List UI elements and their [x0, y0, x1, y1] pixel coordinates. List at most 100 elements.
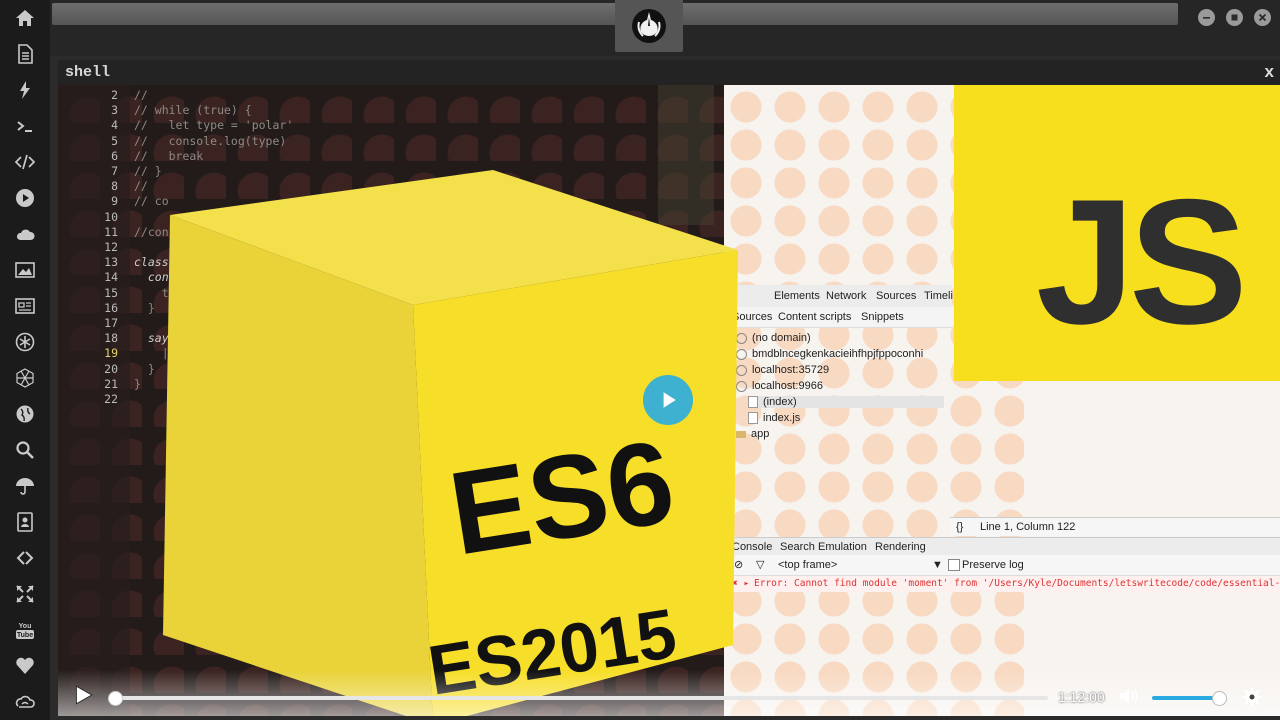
line-number: 4	[111, 118, 118, 133]
line-number: 6	[111, 148, 118, 163]
tree-item[interactable]: index.js	[748, 412, 800, 425]
svg-text:Tube: Tube	[17, 632, 33, 639]
line-number: 19	[104, 346, 118, 361]
contact-book-icon[interactable]	[13, 510, 37, 534]
progress-handle[interactable]	[108, 691, 123, 706]
minimize-icon[interactable]	[1198, 9, 1215, 26]
play-circle-icon[interactable]	[13, 186, 37, 210]
app-sidebar: You Tube	[0, 0, 50, 720]
tab-emulation[interactable]: Emulation	[818, 541, 867, 553]
svg-text:You: You	[19, 623, 32, 630]
play-icon[interactable]	[72, 684, 94, 706]
sources-subtabs: Sources Content scripts Snippets	[732, 307, 952, 328]
volume-handle[interactable]	[1211, 691, 1227, 706]
image-icon[interactable]	[13, 258, 37, 282]
line-number: 15	[104, 285, 118, 300]
frame-select[interactable]: <top frame>	[778, 559, 837, 571]
braces-icon[interactable]: {}	[956, 521, 963, 533]
tab-sources[interactable]: Sources	[876, 290, 916, 302]
code-icon[interactable]	[13, 150, 37, 174]
code-text: // while (true) {	[134, 103, 252, 118]
tab-rendering[interactable]: Rendering	[875, 541, 926, 553]
code-text: //	[134, 179, 148, 194]
infinity-cloud-icon[interactable]	[13, 690, 37, 714]
video-controls: 1:12:00	[58, 670, 1280, 716]
line-number: 17	[104, 316, 118, 330]
tab-timeline[interactable]: Timeli	[924, 290, 953, 302]
line-number: 2	[111, 88, 118, 102]
progress-bar[interactable]	[108, 691, 1048, 706]
editor-status-line: {} Line 1, Column 122	[950, 517, 1280, 536]
line-number: 22	[104, 392, 118, 406]
tab-search[interactable]: Search	[780, 541, 815, 553]
home-icon[interactable]	[13, 6, 37, 30]
tab-elements[interactable]: Elements	[774, 290, 820, 302]
newspaper-icon[interactable]	[13, 294, 37, 318]
tree-item[interactable]: (no domain)	[736, 332, 811, 344]
line-number: 11	[104, 224, 118, 239]
terminal-icon[interactable]	[13, 114, 37, 138]
hexagon-icon[interactable]	[13, 366, 37, 390]
tree-item[interactable]: app	[736, 428, 769, 440]
line-number: 20	[104, 361, 118, 376]
line-number: 8	[111, 179, 118, 194]
line-number: 14	[104, 270, 118, 285]
panel-close-button[interactable]: x	[1265, 62, 1274, 82]
youtube-icon[interactable]: You Tube	[13, 618, 37, 642]
document-icon[interactable]	[13, 42, 37, 66]
line-number: 9	[111, 194, 118, 209]
maximize-icon[interactable]	[1226, 9, 1243, 26]
line-number: 3	[111, 103, 118, 118]
code-text: }	[134, 376, 141, 391]
code-text: }	[134, 361, 155, 376]
file-icon	[748, 412, 758, 425]
tab-console[interactable]: Console	[732, 541, 772, 553]
line-number: 10	[104, 209, 118, 224]
code-text: }	[134, 300, 155, 315]
tab-network[interactable]: Network	[826, 290, 866, 302]
console-toolbar: ⊘ ▽ <top frame> ▼ Preserve log	[732, 555, 1280, 576]
search-icon[interactable]	[13, 438, 37, 462]
tree-item[interactable]: (index)	[748, 396, 944, 409]
es6-cube: ES6 ES2015	[158, 125, 738, 716]
line-number: 16	[104, 300, 118, 315]
big-play-button[interactable]	[643, 375, 693, 425]
heart-icon[interactable]	[13, 654, 37, 678]
devtools-tabs: Elements Network Sources Timeli	[732, 285, 953, 308]
globe-icon[interactable]	[13, 402, 37, 426]
line-number: 13	[104, 255, 118, 270]
frame-dropdown-icon[interactable]: ▼	[932, 559, 943, 571]
volume-icon[interactable]	[1119, 687, 1141, 705]
cloud-icon[interactable]	[13, 222, 37, 246]
subtab-snippets[interactable]: Snippets	[861, 311, 904, 323]
tree-item[interactable]: bmdblncegkenkacieihfhpjfppoconhi	[736, 348, 923, 360]
lightning-icon[interactable]	[13, 78, 37, 102]
time-display: 1:12:00	[1058, 689, 1105, 705]
rebel-alliance-icon[interactable]	[615, 0, 683, 52]
gear-icon[interactable]	[1242, 687, 1262, 707]
video-player[interactable]: 2//3// while (true) {4// let type = 'pol…	[58, 85, 1280, 716]
line-number: 18	[104, 331, 118, 346]
umbrella-icon[interactable]	[13, 474, 37, 498]
devtools-panel: Elements Network Sources Timeli Sources …	[732, 285, 1280, 716]
console-tabs: Console Search Emulation Rendering	[732, 537, 1280, 557]
asterisk-icon[interactable]	[13, 330, 37, 354]
panel-title: shell	[65, 64, 111, 81]
line-number: 7	[111, 164, 118, 178]
subtab-sources[interactable]: Sources	[732, 311, 772, 323]
cursor-position: Line 1, Column 122	[980, 521, 1076, 533]
line-number: 21	[104, 376, 118, 391]
console-error: ✖ ▸ Error: Cannot find module 'moment' f…	[732, 576, 1280, 592]
code-text: //	[134, 88, 148, 102]
tree-item[interactable]: localhost:9966	[736, 380, 823, 392]
expand-icon[interactable]	[13, 582, 37, 606]
panel-header: shell x	[58, 60, 1280, 85]
preserve-log-checkbox[interactable]	[948, 559, 960, 571]
shell-panel: shell x 2//3// while (true) {4// let typ…	[58, 60, 1280, 716]
line-number: 12	[104, 240, 118, 254]
filter-icon[interactable]: ▽	[756, 558, 764, 571]
link-icon[interactable]	[13, 546, 37, 570]
close-icon[interactable]	[1254, 9, 1271, 26]
tree-item[interactable]: localhost:35729	[736, 364, 829, 376]
subtab-content-scripts[interactable]: Content scripts	[778, 311, 851, 323]
